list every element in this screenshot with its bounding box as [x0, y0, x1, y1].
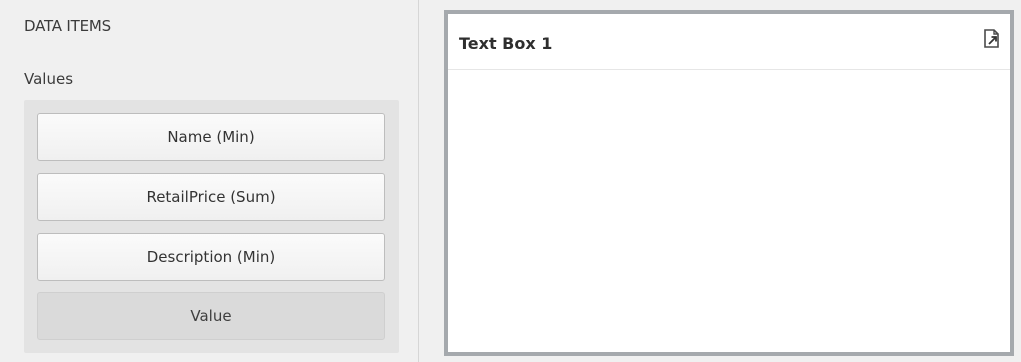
- export-icon[interactable]: [982, 28, 1002, 50]
- data-item-retailprice-sum[interactable]: RetailPrice (Sum): [37, 173, 385, 221]
- value-placeholder-slot[interactable]: Value: [37, 292, 385, 340]
- item-caption: Text Box 1: [459, 34, 553, 53]
- item-header: Text Box 1: [448, 14, 1010, 70]
- data-items-panel: DATA ITEMS Values Name (Min) RetailPrice…: [0, 0, 419, 362]
- section-title: DATA ITEMS: [24, 17, 111, 35]
- dashboard-designer: DATA ITEMS Values Name (Min) RetailPrice…: [0, 0, 1021, 362]
- values-group-label: Values: [24, 70, 74, 88]
- values-drop-area: Name (Min) RetailPrice (Sum) Description…: [24, 100, 399, 353]
- data-item-description-min[interactable]: Description (Min): [37, 233, 385, 281]
- text-box-item-frame[interactable]: Text Box 1: [444, 10, 1014, 356]
- data-item-name-min[interactable]: Name (Min): [37, 113, 385, 161]
